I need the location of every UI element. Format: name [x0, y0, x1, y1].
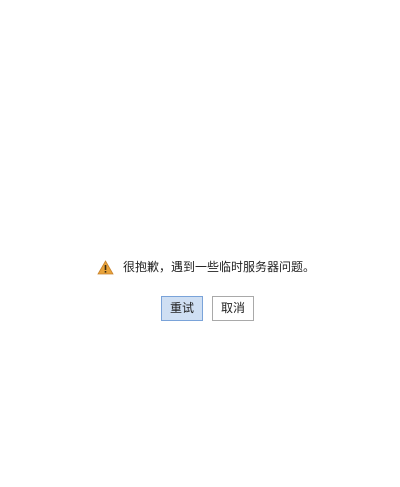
error-page: 很抱歉，遇到一些临时服务器问题。 重试 取消 [0, 0, 400, 487]
error-message: 很抱歉，遇到一些临时服务器问题。 [123, 260, 316, 274]
retry-button[interactable]: 重试 [161, 296, 203, 321]
warning-icon [97, 259, 114, 274]
cancel-button[interactable]: 取消 [212, 296, 254, 321]
error-message-row: 很抱歉，遇到一些临时服务器问题。 [97, 258, 315, 276]
